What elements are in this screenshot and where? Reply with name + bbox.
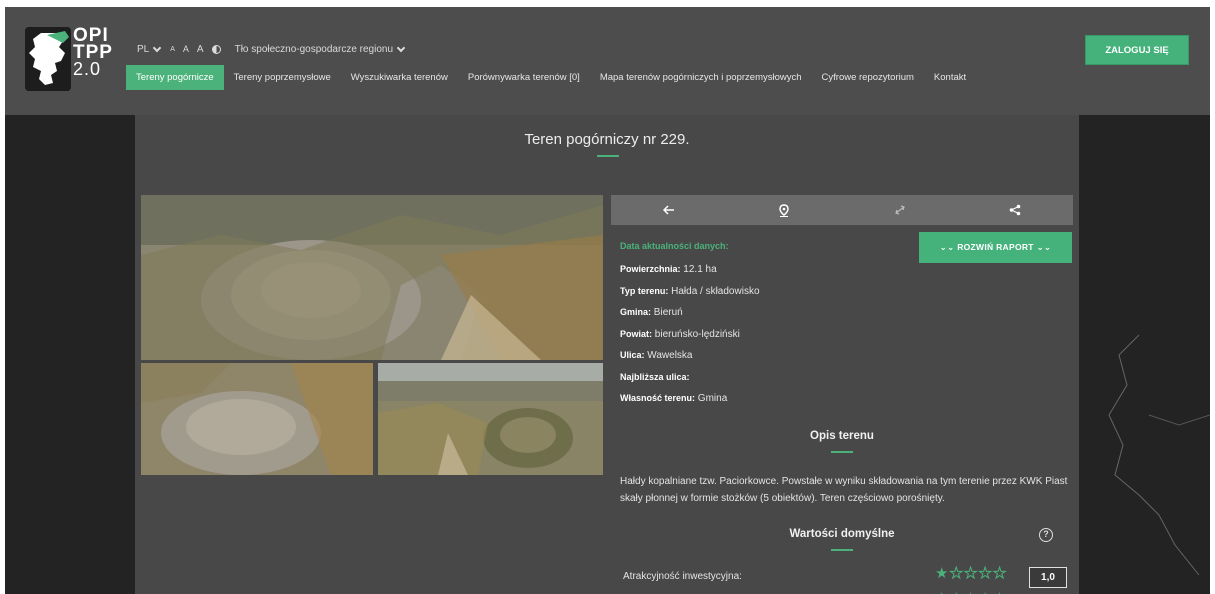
star-rating: ★★★★★ [935,564,1008,583]
logo-wordmark: OPI TPP 2.0 [73,26,113,79]
logo-version: 2.0 [73,59,102,79]
star-empty-icon: ★ [964,590,978,594]
site-photo-2[interactable] [141,363,373,475]
app-frame: OPI TPP 2.0 PL A A A Tło społeczno-gospo… [5,7,1210,594]
site-details: Data aktualności danych: Powierzchnia: 1… [620,238,760,410]
nav-item-mapa[interactable]: Mapa terenów pogórniczych i poprzemysłow… [590,65,812,90]
star-empty-icon: ★ [935,590,949,594]
detail-label: Gmina: [620,307,652,317]
detail-row-street: Ulica: Wawelska [620,345,760,367]
expand-report-button[interactable]: ⌄⌄ ROZWIŃ RAPORT ⌄⌄ [919,232,1072,263]
description-title: Opis terenu [810,430,874,442]
detail-row-area: Powierzchnia: 12.1 ha [620,259,760,281]
language-label: PL [137,43,150,55]
star-empty-icon: ★ [978,565,993,583]
detail-row-type: Typ terenu: Hałda / składowisko [620,281,760,303]
rating-label: Atrakcyjność inwestycyjna: [623,571,742,582]
rating-value-box: 1,0 [1029,567,1067,588]
back-arrow-icon[interactable] [611,195,727,225]
main-nav: Tereny pogórnicze Tereny poprzemysłowe W… [126,65,976,90]
nav-item-kontakt[interactable]: Kontakt [924,65,976,90]
star-filled-icon: ★ [935,565,950,582]
logo-icon[interactable] [25,27,71,91]
defaults-underline [831,549,853,551]
detail-row-ownership: Własność terenu: Gmina [620,388,760,410]
font-size-large-button[interactable]: A [197,44,204,55]
star-empty-icon: ★ [949,590,963,594]
font-size-small-button[interactable]: A [170,46,175,53]
title-underline [597,155,619,157]
site-description: Hałdy kopalniane tzw. Paciorkowce. Powst… [620,476,1068,504]
expand-report-label: ROZWIŃ RAPORT [957,242,1034,252]
description-underline [831,451,853,453]
nav-item-tereny-pogornicze[interactable]: Tereny pogórnicze [126,65,224,90]
star-empty-icon: ★ [978,590,992,594]
socio-economic-label: Tło społeczno-gospodarcze regionu [234,43,394,55]
action-bar [611,195,1073,225]
detail-value: Gmina [697,393,728,404]
location-pin-icon[interactable] [727,195,843,225]
site-photo-3[interactable] [378,363,603,475]
compare-icon[interactable] [842,195,958,225]
detail-label: Typ terenu: [620,285,669,296]
detail-label: Powierzchnia: [620,264,681,274]
detail-value: Bieruń [653,307,683,318]
star-empty-icon: ★ [949,565,964,583]
nav-item-porownywarka[interactable]: Porównywarka terenów [0] [458,65,590,90]
right-background-map [1079,115,1210,594]
data-date-label: Data aktualności danych: [620,241,729,251]
font-size-medium-button[interactable]: A [183,44,189,54]
accessibility-toolbar: PL A A A Tło społeczno-gospodarcze regio… [137,41,414,57]
left-background [5,115,135,594]
socio-economic-dropdown[interactable]: Tło społeczno-gospodarcze regionu [234,43,406,55]
language-select[interactable]: PL [137,43,162,55]
help-icon[interactable]: ? [1039,528,1053,542]
detail-label: Własność terenu: [620,393,696,403]
detail-label: Najbliższa ulica: [620,371,690,382]
page-title: Teren pogórniczy nr 229. [524,131,690,148]
chevron-down-icon [152,43,162,52]
star-rating-partial: ★★★★★ [935,589,1007,594]
header: OPI TPP 2.0 PL A A A Tło społeczno-gospo… [5,7,1210,115]
nav-item-repozytorium[interactable]: Cyfrowe repozytorium [812,65,924,90]
detail-label: Ulica: [620,350,645,360]
nav-item-tereny-poprzemyslowe[interactable]: Tereny poprzemysłowe [224,65,341,90]
detail-value: 12.1 ha [683,264,717,275]
detail-value: Wawelska [647,350,693,361]
contrast-icon[interactable] [211,44,221,54]
defaults-title: Wartości domyślne [789,528,895,540]
chevron-double-down-icon: ⌄⌄ [939,242,958,252]
detail-row-county: Powiat: bieruńsko-lędziński [620,324,760,346]
star-empty-icon: ★ [992,565,1008,583]
login-button[interactable]: ZALOGUJ SIĘ [1085,35,1189,65]
chevron-down-icon [396,43,406,52]
detail-label: Powiat: [620,328,653,339]
detail-value: bieruńsko-lędziński [654,328,740,340]
site-photo-main[interactable] [141,195,603,360]
share-icon[interactable] [958,195,1074,225]
chevron-double-down-icon: ⌄⌄ [1033,242,1052,252]
nav-item-wyszukiwarka[interactable]: Wyszukiwarka terenów [341,65,458,90]
detail-value: Hałda / składowisko [671,285,760,297]
main-content: Teren pogórniczy nr 229. ⌄⌄ ROZWIŃ RAPOR… [135,115,1079,594]
detail-row-municipality: Gmina: Bieruń [620,302,760,324]
detail-row-nearest-street: Najbliższa ulica: [620,367,760,389]
star-empty-icon: ★ [963,565,979,583]
star-empty-icon: ★ [993,590,1007,594]
